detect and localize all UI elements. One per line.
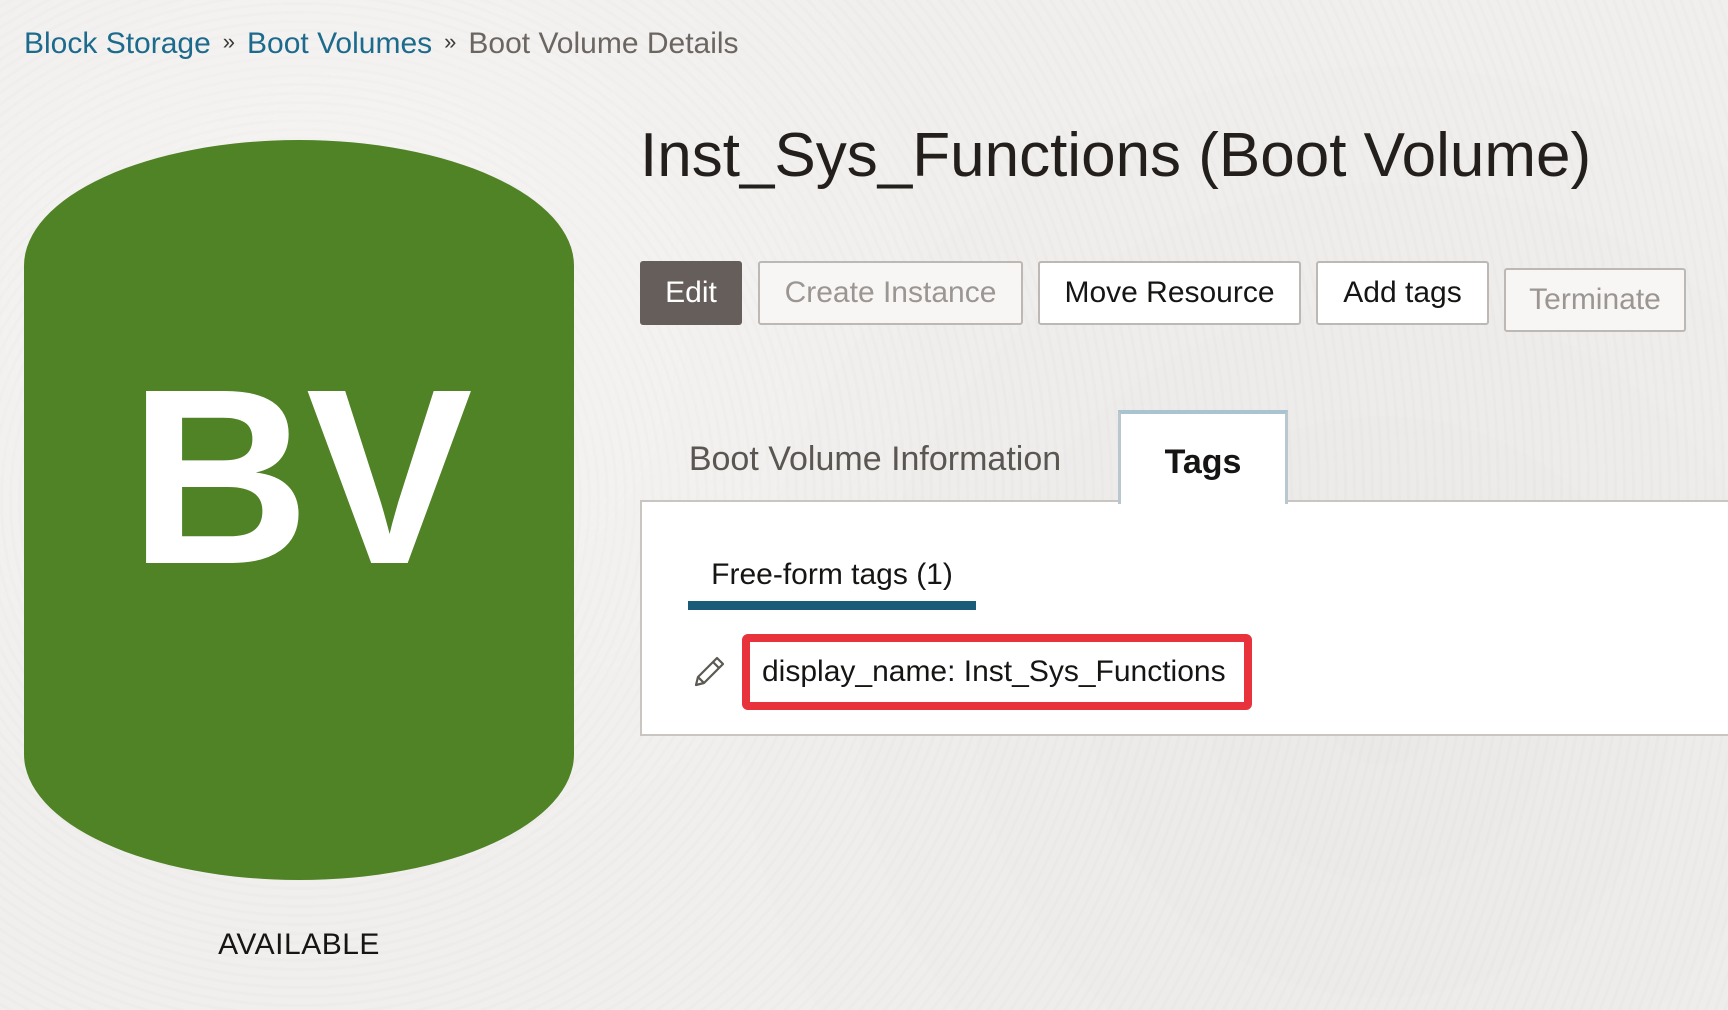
tab-bar: Boot Volume Information Tags: [640, 410, 1728, 504]
page-title: Inst_Sys_Functions (Boot Volume): [640, 121, 1592, 190]
move-resource-button[interactable]: Move Resource: [1038, 261, 1301, 325]
add-tags-button[interactable]: Add tags: [1316, 261, 1489, 325]
terminate-button[interactable]: Terminate: [1504, 268, 1686, 332]
breadcrumb-current: Boot Volume Details: [468, 27, 739, 60]
status-label: AVAILABLE: [218, 928, 380, 961]
tab-boot-volume-information[interactable]: Boot Volume Information: [640, 410, 1110, 502]
create-instance-button[interactable]: Create Instance: [758, 261, 1023, 325]
tag-row: display_name: Inst_Sys_Functions: [690, 632, 1252, 712]
tag-value: display_name: Inst_Sys_Functions: [742, 634, 1252, 710]
breadcrumb-separator: »: [444, 29, 457, 54]
pencil-icon-svg: [694, 656, 725, 687]
subtab-free-form-tags[interactable]: Free-form tags (1): [688, 548, 976, 610]
tab-tags[interactable]: Tags: [1118, 410, 1288, 504]
breadcrumb-boot-volumes[interactable]: Boot Volumes: [247, 26, 432, 62]
breadcrumb: Block Storage » Boot Volumes » Boot Volu…: [24, 26, 739, 62]
breadcrumb-block-storage[interactable]: Block Storage: [24, 26, 211, 62]
edit-button[interactable]: Edit: [640, 261, 742, 325]
boot-volume-icon: BV: [24, 140, 574, 880]
breadcrumb-separator: »: [222, 29, 236, 54]
tags-panel: Free-form tags (1) display_name: Inst_Sy…: [640, 500, 1728, 736]
resource-abbreviation: BV: [129, 336, 472, 616]
pencil-icon[interactable]: [690, 653, 728, 691]
